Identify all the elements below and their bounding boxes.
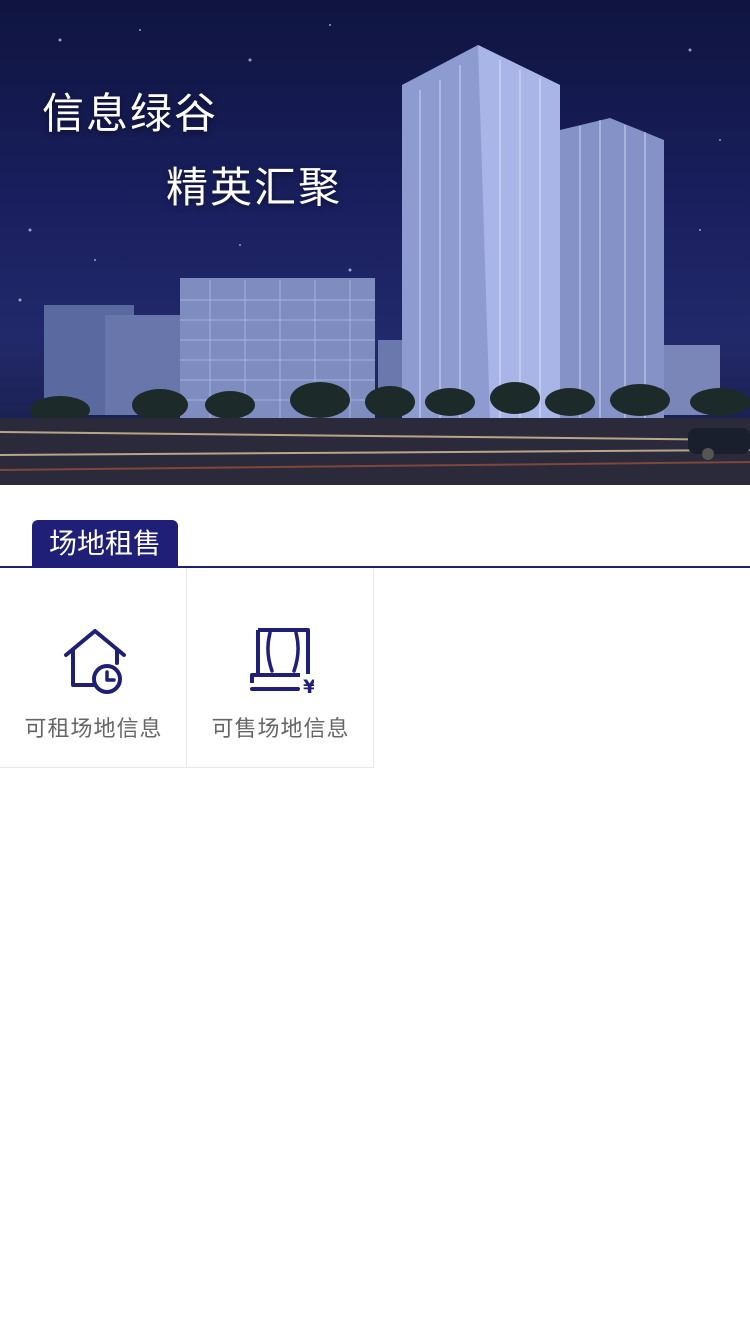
house-clock-icon xyxy=(64,629,126,694)
banner-slogan-line2: 精英汇聚 xyxy=(166,163,343,212)
banner-slogan-line1: 信息绿谷 xyxy=(42,89,219,138)
rent-venue-info-button[interactable]: 可租场地信息 xyxy=(0,568,187,768)
hero-banner: 信息绿谷 精英汇聚 xyxy=(0,0,750,485)
service-grid: 可租场地信息 ¥ 可售场地信息 xyxy=(0,568,750,768)
city-night-illustration xyxy=(0,24,750,485)
rent-venue-label: 可租场地信息 xyxy=(24,717,163,742)
sale-venue-label: 可售场地信息 xyxy=(211,717,350,742)
section-header: 场地租售 xyxy=(0,485,750,568)
building-yen-icon: ¥ xyxy=(250,628,314,697)
sale-venue-info-button[interactable]: ¥ 可售场地信息 xyxy=(187,568,374,768)
section-title-tab: 场地租售 xyxy=(32,520,179,567)
svg-text:¥: ¥ xyxy=(303,676,314,697)
